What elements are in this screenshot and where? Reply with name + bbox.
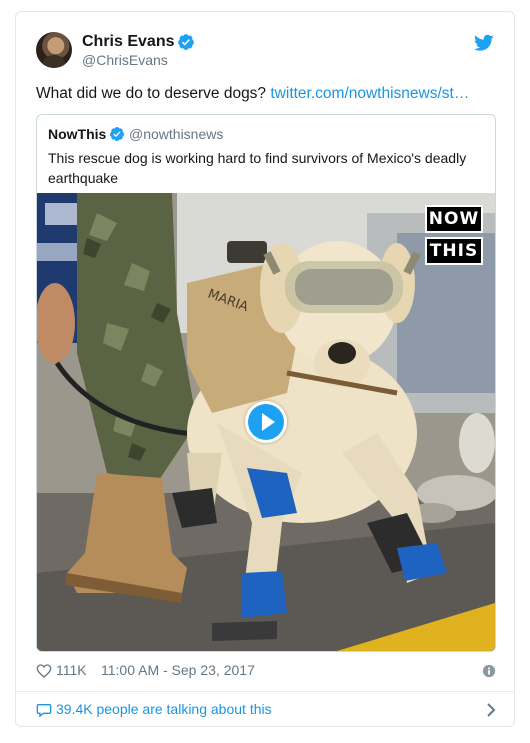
tweet-embed-card: Chris Evans @ChrisEvans What did we do t… xyxy=(15,11,515,727)
tweet-text-body: What did we do to deserve dogs? xyxy=(36,85,271,102)
tweet-link[interactable]: twitter.com/nowthisnews/st… xyxy=(270,85,469,102)
comment-bubble-icon xyxy=(36,704,52,718)
nowthis-logo: NOW THIS xyxy=(425,205,483,267)
author-handle[interactable]: @ChrisEvans xyxy=(82,52,168,68)
play-icon[interactable] xyxy=(245,401,287,443)
nowthis-logo-line2: THIS xyxy=(425,237,483,265)
author-name[interactable]: Chris Evans xyxy=(82,33,174,51)
heart-icon[interactable] xyxy=(36,663,52,679)
avatar[interactable] xyxy=(36,32,72,68)
quoted-tweet[interactable]: NowThis @nowthisnews This rescue dog is … xyxy=(36,114,496,652)
verified-icon xyxy=(178,34,194,50)
quoted-author-name[interactable]: NowThis xyxy=(48,126,106,142)
timestamp[interactable]: 11:00 AM - Sep 23, 2017 xyxy=(101,662,255,678)
tweet-text: What did we do to deserve dogs? twitter.… xyxy=(36,84,496,104)
verified-icon xyxy=(109,127,124,141)
tweet-meta: 111K 11:00 AM - Sep 23, 2017 xyxy=(36,662,496,682)
video-thumbnail[interactable]: MARIA NOW THIS xyxy=(37,193,495,651)
conversation-text[interactable]: 39.4K people are talking about this xyxy=(56,701,272,717)
chevron-right-icon[interactable] xyxy=(486,703,496,717)
divider xyxy=(16,691,514,692)
like-count[interactable]: 111K xyxy=(56,662,87,678)
tweet-header: Chris Evans @ChrisEvans xyxy=(36,32,496,72)
conversation-link[interactable]: 39.4K people are talking about this xyxy=(36,701,496,721)
quoted-author-handle[interactable]: @nowthisnews xyxy=(129,126,223,142)
nowthis-logo-line1: NOW xyxy=(425,205,483,233)
quoted-tweet-text: This rescue dog is working hard to find … xyxy=(48,150,467,186)
info-icon[interactable] xyxy=(482,664,496,678)
twitter-bird-icon[interactable] xyxy=(474,34,494,52)
